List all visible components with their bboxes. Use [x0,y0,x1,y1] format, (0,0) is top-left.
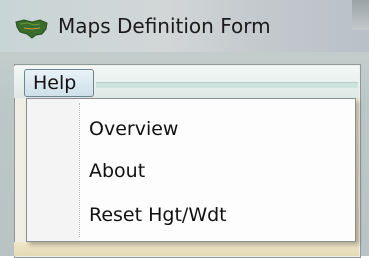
menu-icon-gutter [27,99,79,241]
menu-gutter-separator [79,103,80,237]
menu-item-reset-hgt-wdt[interactable]: Reset Hgt/Wdt [89,204,227,226]
title-bar[interactable]: Maps Definition Form [0,0,369,52]
menu-item-overview[interactable]: Overview [89,118,178,140]
menu-help[interactable]: Help [24,69,94,97]
title-bar-controls[interactable] [352,0,369,30]
menu-item-about[interactable]: About [89,160,145,182]
app-window: Maps Definition Form Help Overview About… [0,0,369,258]
window-title: Maps Definition Form [58,14,271,38]
us-map-icon [15,19,48,39]
map-panel-bottom [14,242,359,256]
help-dropdown-menu: Overview About Reset Hgt/Wdt [26,98,356,242]
menu-bar-stripe [96,82,358,88]
